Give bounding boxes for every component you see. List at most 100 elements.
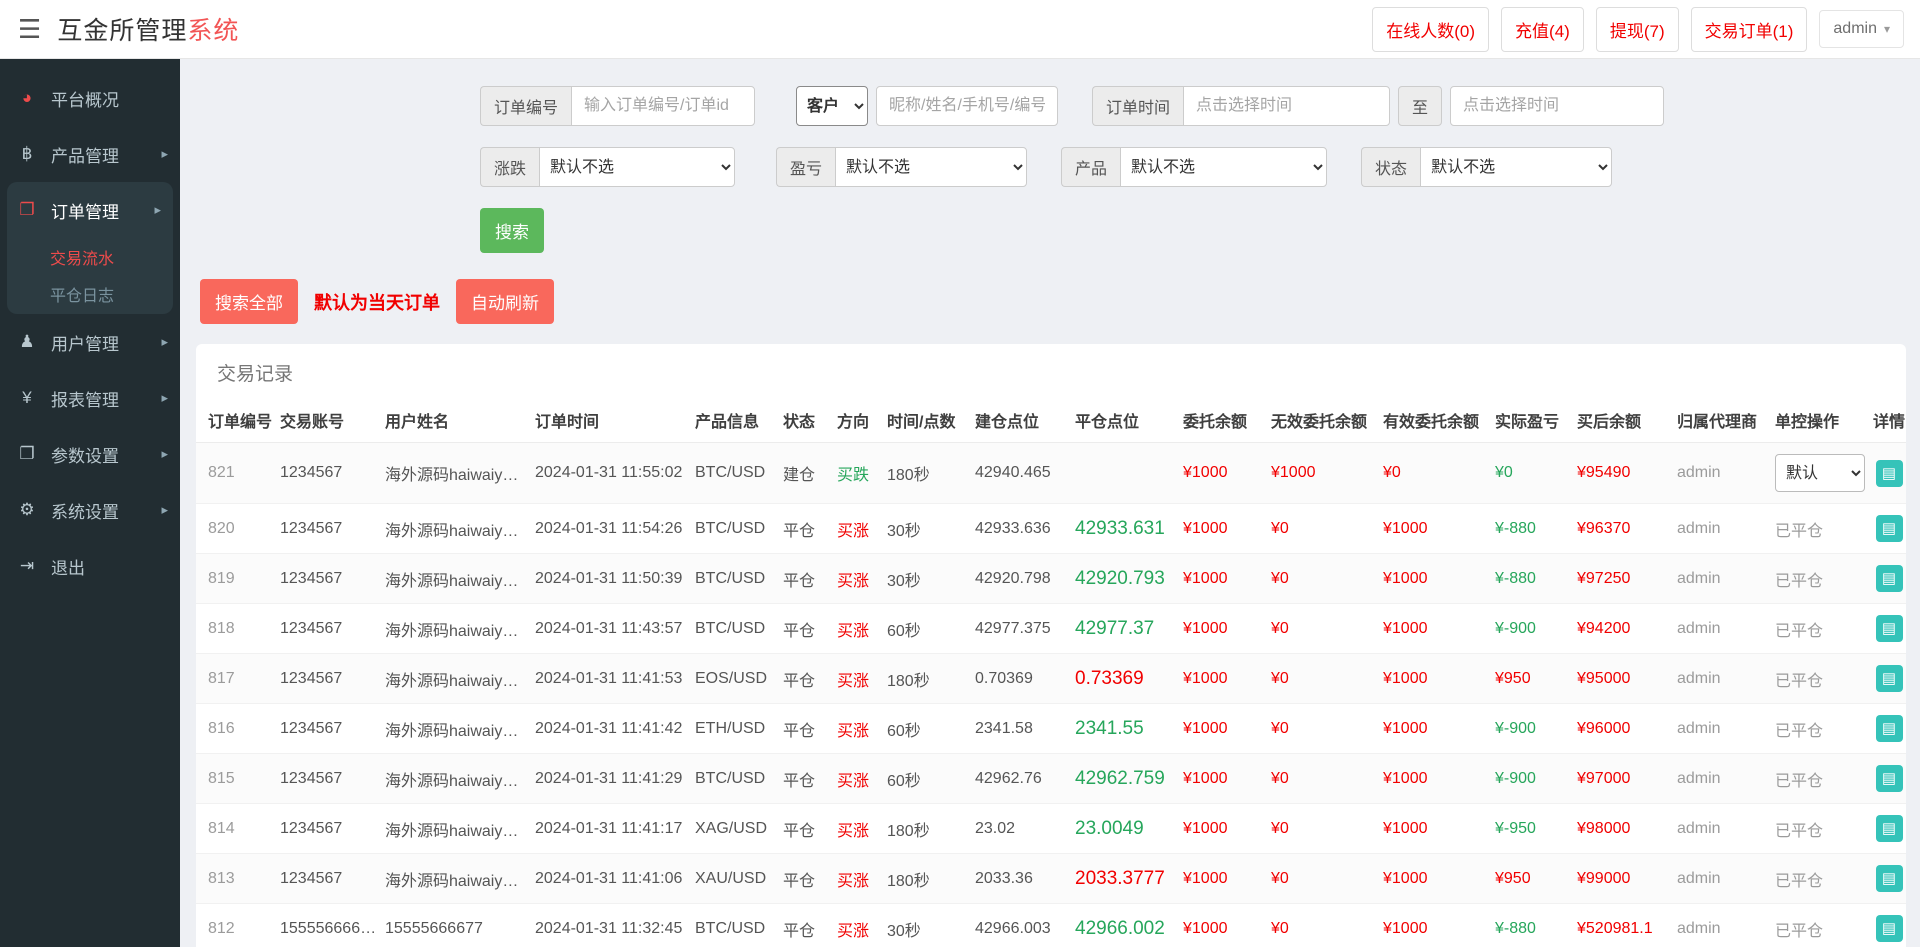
sidebar-item-label: 用户管理	[51, 334, 119, 354]
customer-type-select[interactable]: 客户	[796, 86, 869, 126]
cell-detail: ▤	[1867, 503, 1906, 554]
customer-input[interactable]	[876, 86, 1059, 126]
control-select[interactable]: 默认	[1775, 454, 1865, 492]
closed-status-text: 已平仓	[1775, 722, 1824, 740]
cell-status: 平仓	[779, 653, 833, 704]
product-select[interactable]: 默认不选	[1120, 147, 1328, 187]
gear-icon: ⚙	[19, 500, 35, 519]
product-group: 产品 默认不选	[1061, 147, 1328, 187]
cell-close-price: 42962.759	[1071, 753, 1179, 804]
topbar-stat-online-users[interactable]: 在线人数(0)	[1372, 6, 1490, 52]
search-all-button[interactable]: 搜索全部	[200, 279, 298, 324]
cell-open-price: 42966.003	[971, 903, 1071, 947]
cell-close-price: 2033.3777	[1071, 853, 1179, 904]
detail-button[interactable]: ▤	[1875, 665, 1903, 692]
detail-button[interactable]: ▤	[1875, 715, 1903, 742]
closed-status-text: 已平仓	[1775, 872, 1824, 890]
column-header-10: 委托余额	[1179, 398, 1267, 443]
today-orders-note: 默认为当天订单	[314, 292, 440, 313]
cell-entrust-balance: ¥1000	[1179, 503, 1267, 554]
sidebar-item-orders[interactable]: ❐ 订单管理 ▸	[7, 182, 173, 238]
cell-after-balance: ¥94200	[1573, 603, 1673, 654]
cell-duration: 180秒	[883, 853, 971, 904]
detail-button[interactable]: ▤	[1875, 865, 1903, 892]
cell-user-name: 海外源码haiwaiym.com	[381, 603, 531, 654]
cell-order-time: 2024-01-31 11:50:39	[531, 553, 691, 604]
cell-account: 1234567	[276, 703, 381, 754]
sidebar-item-params[interactable]: ❐ 参数设置 ▸	[0, 426, 180, 482]
sidebar-item-dashboard[interactable]: ◕ 平台概况	[0, 70, 180, 126]
cell-close-price: 42920.793	[1071, 553, 1179, 604]
cell-order-id: 819	[196, 553, 276, 604]
cell-order-time: 2024-01-31 11:41:42	[531, 703, 691, 754]
auto-refresh-button[interactable]: 自动刷新	[456, 279, 554, 324]
cell-direction: 买涨	[833, 803, 883, 854]
closed-status-text: 已平仓	[1775, 672, 1824, 690]
detail-button[interactable]: ▤	[1875, 515, 1903, 542]
gauge-icon: ◕	[21, 88, 33, 107]
sidebar-subitem-trade-flow[interactable]: 交易流水	[7, 238, 173, 275]
cell-invalid-entrust: ¥0	[1267, 903, 1379, 947]
cell-order-id: 820	[196, 503, 276, 554]
topbar-stat-recharge[interactable]: 充值(4)	[1501, 6, 1584, 52]
column-header-9: 平仓点位	[1071, 398, 1179, 443]
cell-order-time: 2024-01-31 11:54:26	[531, 503, 691, 554]
sidebar-group-orders: ❐ 订单管理 ▸ 交易流水 平仓日志	[7, 182, 173, 314]
time-from-input[interactable]	[1183, 86, 1391, 126]
status-group: 状态 默认不选	[1361, 147, 1613, 187]
cell-duration: 180秒	[883, 442, 971, 504]
sidebar-item-system[interactable]: ⚙ 系统设置 ▸	[0, 482, 180, 538]
updown-select[interactable]: 默认不选	[539, 147, 736, 187]
cell-open-price: 42920.798	[971, 553, 1071, 604]
sidebar-item-users[interactable]: ♟ 用户管理 ▸	[0, 314, 180, 370]
cell-valid-entrust: ¥0	[1379, 442, 1491, 504]
status-select[interactable]: 默认不选	[1420, 147, 1613, 187]
topbar-stat-trade-orders[interactable]: 交易订单(1)	[1690, 6, 1808, 52]
cell-detail: ▤	[1867, 903, 1906, 947]
cell-duration: 180秒	[883, 653, 971, 704]
cell-close-price: 42933.631	[1071, 503, 1179, 554]
detail-button[interactable]: ▤	[1875, 459, 1903, 487]
sidebar-subitem-close-log[interactable]: 平仓日志	[7, 275, 173, 312]
cell-detail: ▤	[1867, 442, 1906, 504]
profit-select[interactable]: 默认不选	[835, 147, 1028, 187]
cell-account: 1234567	[276, 853, 381, 904]
order-no-input[interactable]	[571, 86, 756, 126]
cell-duration: 30秒	[883, 903, 971, 947]
cell-invalid-entrust: ¥0	[1267, 803, 1379, 854]
admin-dropdown[interactable]: admin ▾	[1819, 10, 1904, 48]
cell-after-balance: ¥520981.1	[1573, 903, 1673, 947]
detail-button[interactable]: ▤	[1875, 765, 1903, 792]
cell-valid-entrust: ¥1000	[1379, 653, 1491, 704]
sidebar-item-logout[interactable]: ⇥ 退出	[0, 538, 180, 594]
sidebar-item-reports[interactable]: ¥ 报表管理 ▸	[0, 370, 180, 426]
cell-product: BTC/USD	[691, 603, 779, 654]
column-header-13: 实际盈亏	[1491, 398, 1573, 443]
time-to-input[interactable]	[1450, 86, 1665, 126]
cell-status: 建仓	[779, 442, 833, 504]
cell-detail: ▤	[1867, 803, 1906, 854]
column-header-1: 交易账号	[276, 398, 381, 443]
hamburger-menu-icon[interactable]: ☰	[18, 16, 41, 42]
cell-order-time: 2024-01-31 11:43:57	[531, 603, 691, 654]
cell-agent: admin	[1673, 503, 1771, 554]
search-button[interactable]: 搜索	[480, 208, 544, 253]
detail-button[interactable]: ▤	[1875, 565, 1903, 592]
main-content: 订单编号 客户 订单时间 至	[180, 0, 1920, 947]
sidebar-item-products[interactable]: ฿ 产品管理 ▸	[0, 126, 180, 182]
filter-form: 订单编号 客户 订单时间 至	[180, 59, 1920, 253]
closed-status-text: 已平仓	[1775, 922, 1824, 940]
cell-control: 已平仓	[1771, 603, 1867, 654]
cell-order-id: 817	[196, 653, 276, 704]
cell-actual-pl: ¥950	[1491, 653, 1573, 704]
topbar-stat-withdraw[interactable]: 提现(7)	[1595, 6, 1679, 52]
detail-button[interactable]: ▤	[1875, 815, 1903, 842]
detail-button[interactable]: ▤	[1875, 915, 1903, 942]
table-row: 8151234567海外源码haiwaiym.com2024-01-31 11:…	[196, 753, 1906, 804]
cell-invalid-entrust: ¥1000	[1267, 442, 1379, 504]
cell-invalid-entrust: ¥0	[1267, 753, 1379, 804]
cell-open-price: 0.70369	[971, 653, 1071, 704]
cell-open-price: 2033.36	[971, 853, 1071, 904]
detail-button[interactable]: ▤	[1875, 615, 1903, 642]
updown-label: 涨跌	[480, 147, 540, 187]
